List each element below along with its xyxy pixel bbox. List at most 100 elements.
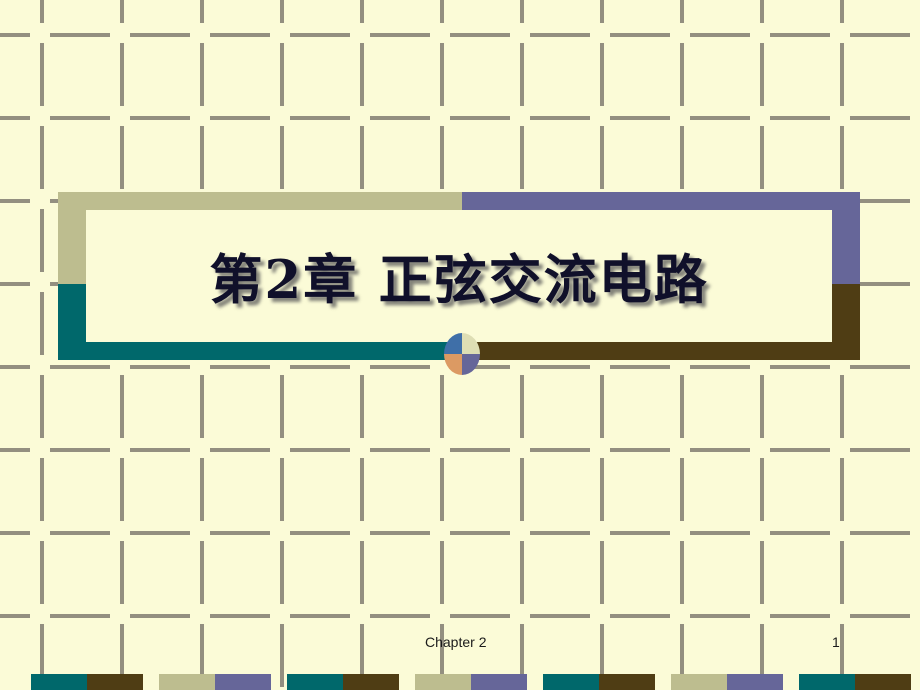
grid-dash-vertical [600, 43, 604, 106]
ribbon-color-block [727, 674, 783, 690]
grid-dash-horizontal [690, 365, 750, 369]
grid-dash-horizontal [770, 33, 830, 37]
grid-dash-horizontal [130, 33, 190, 37]
grid-dash-horizontal [0, 531, 30, 535]
grid-dash-horizontal [210, 531, 270, 535]
grid-dash-horizontal [370, 33, 430, 37]
grid-dash-horizontal [0, 448, 30, 452]
grid-dash-vertical [520, 375, 524, 438]
grid-dash-vertical [840, 458, 844, 521]
grid-dash-horizontal [290, 365, 350, 369]
grid-dash-horizontal [770, 531, 830, 535]
grid-dash-vertical [440, 541, 444, 604]
grid-dash-horizontal [530, 448, 590, 452]
grid-dash-horizontal [0, 614, 30, 618]
grid-dash-vertical [360, 126, 364, 189]
grid-dash-vertical [840, 126, 844, 189]
grid-dash-vertical [680, 458, 684, 521]
grid-dash-horizontal [610, 531, 670, 535]
grid-dash-horizontal [530, 531, 590, 535]
grid-dash-horizontal [290, 116, 350, 120]
grid-dash-horizontal [130, 116, 190, 120]
grid-dash-vertical [280, 458, 284, 521]
grid-dash-horizontal [0, 365, 30, 369]
grid-dash-vertical [600, 541, 604, 604]
grid-dash-vertical [120, 126, 124, 189]
grid-dash-vertical [600, 0, 604, 23]
grid-dash-horizontal [770, 365, 830, 369]
grid-dash-horizontal [290, 531, 350, 535]
ribbon-color-block [287, 674, 343, 690]
grid-dash-vertical [120, 541, 124, 604]
grid-dash-horizontal [610, 448, 670, 452]
grid-dash-vertical [200, 0, 204, 23]
ribbon-color-block [343, 674, 399, 690]
grid-dash-vertical [440, 458, 444, 521]
grid-dash-vertical [520, 0, 524, 23]
grid-dash-horizontal [850, 116, 910, 120]
grid-dash-horizontal [370, 116, 430, 120]
grid-dash-vertical [360, 375, 364, 438]
grid-dash-vertical [520, 458, 524, 521]
grid-dash-horizontal [130, 614, 190, 618]
ribbon-color-block [799, 674, 855, 690]
grid-dash-vertical [200, 541, 204, 604]
grid-dash-vertical [760, 126, 764, 189]
ribbon-color-block [87, 674, 143, 690]
grid-dash-horizontal [450, 116, 510, 120]
grid-dash-vertical [200, 458, 204, 521]
grid-dash-vertical [520, 126, 524, 189]
grid-dash-vertical [680, 375, 684, 438]
grid-dash-vertical [40, 43, 44, 106]
grid-dash-horizontal [210, 365, 270, 369]
grid-dash-vertical [120, 458, 124, 521]
grid-dash-horizontal [0, 33, 30, 37]
grid-dash-vertical [840, 43, 844, 106]
grid-dash-vertical [760, 458, 764, 521]
grid-dash-vertical [40, 458, 44, 521]
grid-dash-vertical [280, 541, 284, 604]
ribbon-color-block [671, 674, 727, 690]
grid-dash-horizontal [50, 448, 110, 452]
ribbon-color-block [471, 674, 527, 690]
grid-dash-vertical [280, 126, 284, 189]
grid-dash-horizontal [530, 116, 590, 120]
grid-dash-horizontal [210, 448, 270, 452]
grid-dash-horizontal [450, 614, 510, 618]
grid-dash-horizontal [370, 614, 430, 618]
grid-dash-horizontal [770, 614, 830, 618]
grid-dash-vertical [680, 43, 684, 106]
grid-dash-horizontal [690, 448, 750, 452]
footer-chapter-label: Chapter 2 [425, 634, 487, 650]
grid-dash-horizontal [450, 33, 510, 37]
grid-dash-horizontal [610, 614, 670, 618]
grid-dash-horizontal [610, 365, 670, 369]
grid-dash-vertical [440, 0, 444, 23]
grid-dash-vertical [680, 0, 684, 23]
quadrant-top-left [444, 333, 462, 354]
grid-dash-vertical [360, 43, 364, 106]
grid-dash-horizontal [50, 614, 110, 618]
grid-dash-vertical [40, 126, 44, 189]
grid-dash-horizontal [290, 33, 350, 37]
grid-dash-horizontal [690, 614, 750, 618]
grid-dash-vertical [680, 541, 684, 604]
grid-dash-vertical [280, 375, 284, 438]
grid-dash-horizontal [370, 531, 430, 535]
grid-dash-vertical [40, 541, 44, 604]
grid-dash-horizontal [850, 614, 910, 618]
grid-dash-vertical [440, 43, 444, 106]
grid-dash-horizontal [50, 531, 110, 535]
grid-dash-vertical [120, 43, 124, 106]
grid-dash-vertical [600, 375, 604, 438]
grid-dash-vertical [40, 209, 44, 272]
grid-dash-horizontal [50, 33, 110, 37]
grid-dash-horizontal [210, 33, 270, 37]
grid-dash-vertical [760, 541, 764, 604]
grid-dash-vertical [120, 0, 124, 23]
ribbon-color-block [31, 674, 87, 690]
quadrant-bottom-left [444, 354, 462, 375]
ribbon-color-block [855, 674, 911, 690]
grid-dash-horizontal [770, 116, 830, 120]
grid-dash-vertical [360, 0, 364, 23]
